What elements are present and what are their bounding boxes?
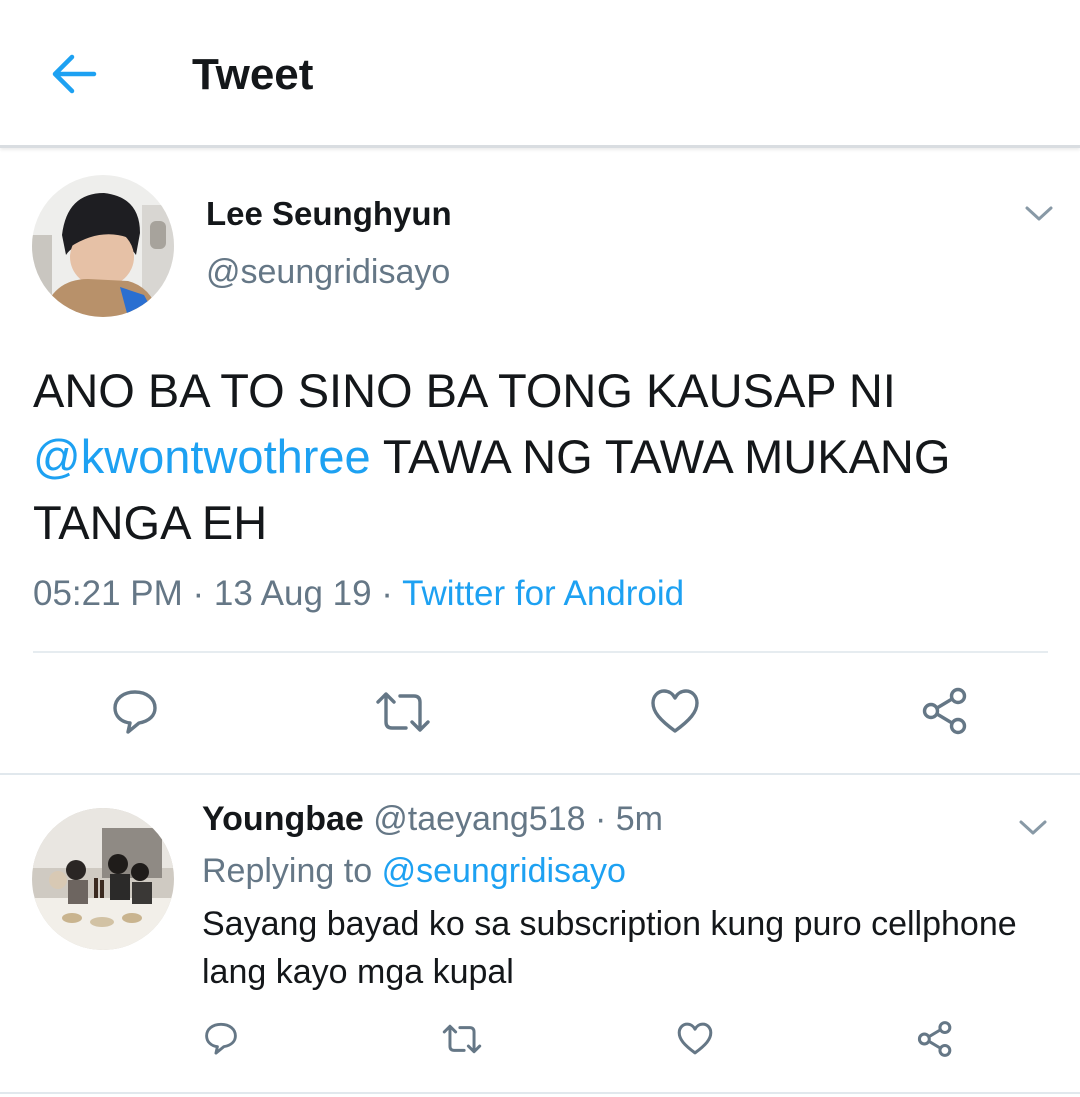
tweet-mention-link[interactable]: @kwontwothree	[33, 430, 371, 483]
reply-author-handle[interactable]: @taeyang518	[373, 800, 585, 838]
tweet-text-part1: ANO BA TO SINO BA TONG KAUSAP NI	[33, 364, 896, 417]
tweet-time: 05:21 PM	[33, 574, 183, 613]
back-button[interactable]	[50, 52, 98, 96]
reply-icon	[113, 690, 157, 734]
meta-separator: ·	[182, 574, 214, 613]
replying-to-line: Replying to @seungridisayo	[202, 852, 626, 891]
reply-share-button[interactable]	[916, 1020, 954, 1058]
tweet-options-button[interactable]	[1024, 204, 1054, 224]
tweet-date: 13 Aug 19	[213, 574, 372, 613]
author-name[interactable]: Lee Seunghyun	[206, 195, 452, 233]
reply-options-button[interactable]	[1018, 818, 1048, 838]
like-icon	[651, 689, 699, 733]
retweet-button[interactable]	[372, 688, 434, 736]
meta-separator: ·	[371, 574, 403, 613]
share-button[interactable]	[920, 686, 970, 736]
chevron-down-icon	[1019, 820, 1047, 835]
top-app-bar: Tweet	[0, 0, 1080, 148]
share-icon	[917, 1021, 952, 1057]
reply-button[interactable]	[110, 686, 160, 736]
like-icon	[677, 1022, 713, 1055]
reply-like-button[interactable]	[677, 1022, 713, 1055]
chevron-down-icon	[1025, 206, 1053, 221]
retweet-icon	[376, 692, 430, 732]
arrow-left-icon	[52, 54, 97, 94]
reply-retweet-button[interactable]	[440, 1022, 484, 1056]
divider	[0, 773, 1080, 775]
reply-time-ago: 5m	[615, 800, 663, 838]
retweet-icon	[442, 1024, 482, 1054]
replying-to-label: Replying to	[202, 852, 373, 890]
like-button[interactable]	[650, 688, 700, 734]
reply-author-avatar[interactable]	[32, 808, 174, 950]
meta-separator: ·	[585, 800, 616, 838]
author-handle[interactable]: @seungridisayo	[206, 253, 450, 292]
divider	[33, 651, 1048, 653]
reply-header: Youngbae @taeyang518 · 5m	[202, 800, 663, 839]
tweet-metadata: 05:21 PM · 13 Aug 19 · Twitter for Andro…	[33, 574, 684, 614]
page-title: Tweet	[192, 50, 314, 99]
divider	[0, 1092, 1080, 1094]
reply-icon	[205, 1022, 237, 1055]
reply-reply-button[interactable]	[203, 1020, 239, 1056]
tweet-source-link[interactable]: Twitter for Android	[402, 574, 684, 613]
tweet-text: ANO BA TO SINO BA TONG KAUSAP NI @kwontw…	[33, 358, 1053, 556]
share-icon	[922, 687, 967, 735]
reply-author-name[interactable]: Youngbae	[202, 800, 364, 838]
author-avatar[interactable]	[32, 175, 174, 317]
replying-to-mention-link[interactable]: @seungridisayo	[382, 852, 626, 890]
reply-text: Sayang bayad ko sa subscription kung pur…	[202, 905, 1017, 991]
